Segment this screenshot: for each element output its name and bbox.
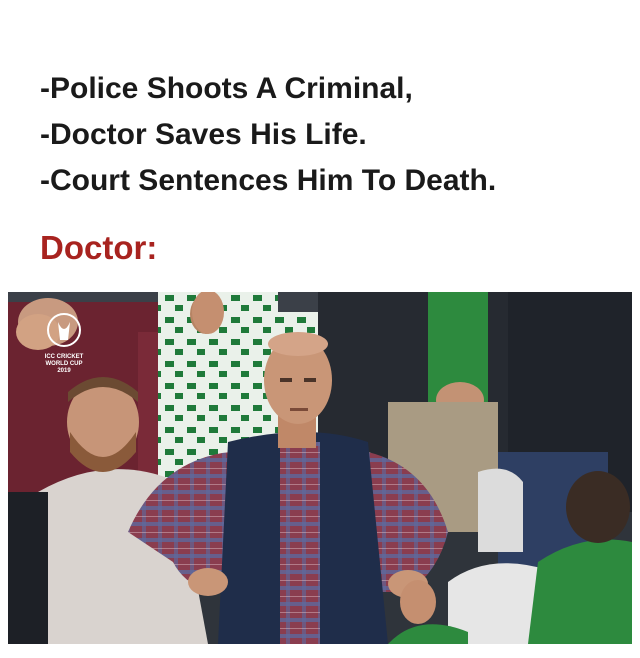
crowd-scene: ICC CRICKET WORLD CUP 2019 — [8, 292, 632, 644]
meme-caption: -Police Shoots A Criminal, -Doctor Saves… — [40, 66, 600, 204]
meme-photo: ICC CRICKET WORLD CUP 2019 — [8, 292, 632, 644]
svg-text:WORLD CUP: WORLD CUP — [46, 361, 83, 367]
caption-line-2: -Doctor Saves His Life. — [40, 118, 367, 151]
caption-line-1: -Police Shoots A Criminal, — [40, 72, 413, 105]
caption-line-3: -Court Sentences Him To Death. — [40, 164, 497, 197]
svg-text:2019: 2019 — [57, 368, 71, 374]
punchline-label: Doctor: — [40, 229, 158, 266]
svg-text:ICC CRICKET: ICC CRICKET — [45, 354, 84, 360]
